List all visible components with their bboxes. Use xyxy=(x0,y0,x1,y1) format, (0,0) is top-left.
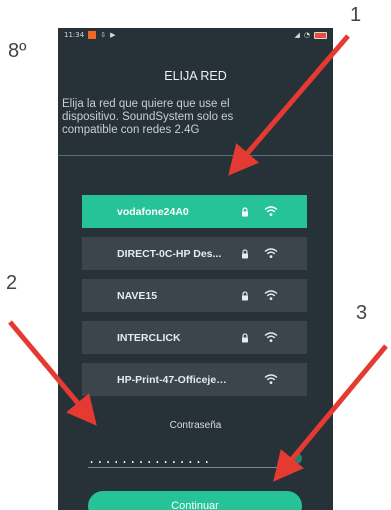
password-input[interactable] xyxy=(88,451,298,468)
wifi-icon xyxy=(253,248,289,259)
signal-icon: ◢ xyxy=(294,31,300,39)
annotation-number-3: 3 xyxy=(356,302,368,324)
download-icon: ⇩ xyxy=(100,31,107,39)
wifi-icon xyxy=(253,374,289,385)
divider xyxy=(58,155,333,156)
network-row[interactable]: HP-Print-47-Officejet Pr... xyxy=(82,363,307,396)
description-text: Elija la red que quiere que use el dispo… xyxy=(62,98,234,136)
network-row[interactable]: vodafone24A0 xyxy=(82,195,307,228)
page-title: ELIJA RED xyxy=(164,69,227,83)
app-notification-icon xyxy=(88,31,97,39)
network-name: HP-Print-47-Officejet Pr... xyxy=(117,373,229,386)
lock-icon xyxy=(237,290,253,301)
network-row[interactable]: NAVE15 xyxy=(82,279,307,312)
lock-icon xyxy=(237,206,253,217)
step-label: 8º xyxy=(8,40,27,62)
wifi-icon xyxy=(253,290,289,301)
continue-button[interactable]: Continuar xyxy=(88,491,302,510)
lock-icon xyxy=(237,332,253,343)
annotation-number-2: 2 xyxy=(6,272,18,294)
lock-icon xyxy=(237,248,253,259)
wifi-icon xyxy=(253,332,289,343)
status-time: 11:34 xyxy=(64,31,85,39)
network-name: NAVE15 xyxy=(117,289,158,302)
network-name: vodafone24A0 xyxy=(117,205,189,218)
wifi-status-icon: ◔ xyxy=(303,31,310,39)
annotation-number-1: 1 xyxy=(350,4,362,26)
status-bar: 11:34 ⇩ ▶ ◢ ◔ xyxy=(58,28,333,42)
network-list: vodafone24A0 DIRECT-0C-HP Des... NAVE15 INT… xyxy=(82,195,307,405)
password-label: Contraseña xyxy=(169,420,222,431)
wifi-icon xyxy=(253,206,289,217)
battery-icon xyxy=(314,31,327,39)
play-icon: ▶ xyxy=(110,31,116,39)
phone-screen: 11:34 ⇩ ▶ ◢ ◔ ELIJA RED Elija la red que… xyxy=(58,28,333,510)
network-row[interactable]: DIRECT-0C-HP Des... xyxy=(82,237,307,270)
network-name: DIRECT-0C-HP Des... xyxy=(117,247,222,260)
network-row[interactable]: INTERCLICK xyxy=(82,321,307,354)
network-name: INTERCLICK xyxy=(117,331,181,344)
eye-icon[interactable] xyxy=(291,453,302,464)
